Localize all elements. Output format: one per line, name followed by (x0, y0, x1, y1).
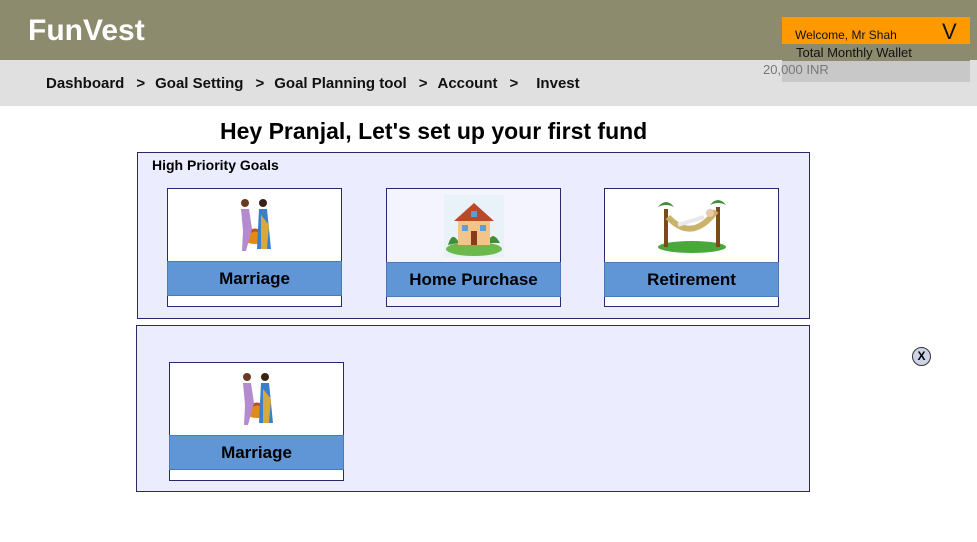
selected-goal-card-marriage[interactable]: Marriage (169, 362, 344, 481)
goal-card-label: Home Purchase (386, 262, 561, 297)
breadcrumb-invest[interactable]: Invest (536, 75, 579, 92)
goal-card-label: Marriage (169, 435, 344, 470)
breadcrumb-separator: > (509, 75, 519, 92)
wallet-value: 20,000 INR (763, 62, 829, 77)
breadcrumb-separator: > (255, 75, 265, 92)
wallet-label-strip: Total Monthly Wallet (782, 44, 970, 61)
goal-card-marriage[interactable]: Marriage (167, 188, 342, 307)
user-menu-toggle[interactable]: V (942, 19, 957, 45)
page-title: Hey Pranjal, Let's set up your first fun… (220, 118, 648, 144)
goal-card-home-purchase[interactable]: Home Purchase (386, 188, 561, 307)
breadcrumb-goal-planning-tool[interactable]: Goal Planning tool (274, 75, 407, 92)
selected-goals-panel[interactable]: Marriage (136, 325, 810, 492)
breadcrumb-goal-setting[interactable]: Goal Setting (155, 75, 243, 92)
breadcrumb-account[interactable]: Account (438, 75, 498, 92)
goal-card-label: Marriage (167, 261, 342, 296)
close-button[interactable]: X (912, 347, 931, 366)
house-icon (387, 189, 560, 261)
hammock-icon (605, 189, 778, 261)
goal-card-retirement[interactable]: Retirement (604, 188, 779, 307)
wallet-label: Total Monthly Wallet (796, 45, 912, 60)
breadcrumb-dashboard[interactable]: Dashboard (46, 75, 124, 92)
brand-logo[interactable]: FunVest (28, 14, 145, 48)
breadcrumb-separator: > (136, 75, 146, 92)
user-welcome-box: Welcome, Mr Shah V (782, 17, 970, 44)
marriage-icon (170, 363, 343, 435)
marriage-icon (168, 189, 341, 261)
breadcrumb: Dashboard > Goal Setting > Goal Planning too… (46, 75, 580, 92)
panel-title: High Priority Goals (152, 157, 279, 173)
welcome-text: Welcome, Mr Shah (795, 28, 897, 42)
breadcrumb-separator: > (418, 75, 428, 92)
goal-card-label: Retirement (604, 262, 779, 297)
high-priority-goals-panel: High Priority Goals Marriage Home Purcha… (137, 152, 810, 319)
